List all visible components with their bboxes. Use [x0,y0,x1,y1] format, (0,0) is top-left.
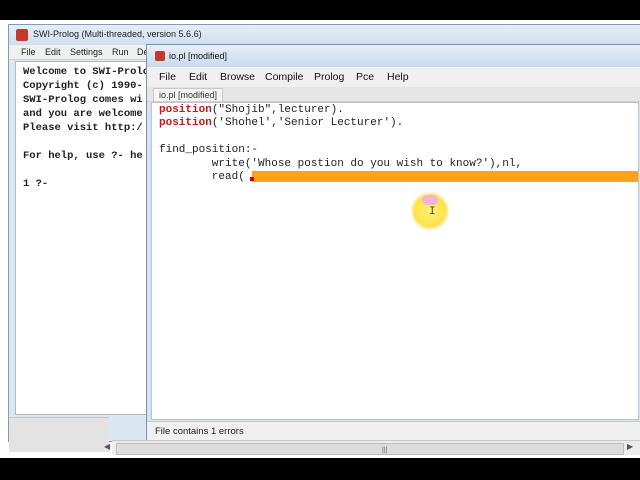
console-line: For help, use ?- he [23,150,143,162]
editor-menu-compile[interactable]: Compile [265,71,304,83]
tab-io-pl[interactable]: io.pl [modified] [153,88,224,101]
code-editor[interactable]: position("Shojib",lecturer). position('S… [151,102,639,420]
code-line-4: find_position:- [159,144,259,156]
console-menu-file[interactable]: File [21,47,36,57]
status-message: File contains 1 errors [155,426,244,437]
editor-titlebar[interactable]: io.pl [modified] [147,45,640,67]
code-line-6: read( [159,171,245,183]
editor-title: io.pl [modified] [169,51,228,61]
code-line-1: position("Shojib",lecturer). [159,104,344,116]
editor-window: io.pl [modified] File Edit Browse Compil… [146,44,640,450]
text-cursor-icon: I [429,206,436,218]
console-title: SWI-Prolog (Multi-threaded, version 5.6.… [33,29,202,39]
error-highlight [252,171,638,182]
scroll-left-icon[interactable]: ◀ [104,442,110,451]
editor-menu-edit[interactable]: Edit [189,71,207,83]
editor-menu-help[interactable]: Help [387,71,409,83]
editor-menu-pce[interactable]: Pce [356,71,374,83]
console-line: Copyright (c) 1990- [23,80,143,92]
code-line-2: position('Shohel','Senior Lecturer'). [159,117,403,129]
console-line: Please visit http:/ [23,122,143,134]
code-text: ("Shojib",lecturer). [211,104,344,116]
console-titlebar[interactable]: SWI-Prolog (Multi-threaded, version 5.6.… [9,25,640,45]
editor-menubar: File Edit Browse Compile Prolog Pce Help [147,67,640,87]
code-line-5: write('Whose postion do you wish to know… [159,158,523,170]
scroll-grip-icon: ||| [382,447,388,454]
swi-prolog-icon [16,29,28,41]
editor-tabbar: io.pl [modified] [147,87,640,102]
editor-app-icon [155,51,165,61]
console-line: SWI-Prolog comes wi [23,94,143,106]
console-bottom-bar [9,417,109,452]
console-prompt: 1 ?- [23,178,49,190]
console-menu-edit[interactable]: Edit [45,47,61,57]
scroll-right-icon[interactable]: ▶ [627,442,633,451]
code-text: ('Shohel','Senior Lecturer'). [211,117,404,129]
scrollbar-thumb[interactable]: ||| [116,443,624,455]
editor-menu-browse[interactable]: Browse [220,71,255,83]
console-menu-settings[interactable]: Settings [70,47,103,57]
pointer-mark [422,195,438,205]
editor-menu-file[interactable]: File [159,71,176,83]
code-keyword: position [159,104,212,116]
editor-menu-prolog[interactable]: Prolog [314,71,344,83]
error-marker-icon [250,177,254,181]
console-line: Welcome to SWI-Prolo [23,66,150,78]
console-output[interactable]: Welcome to SWI-Prolo Copyright (c) 1990-… [15,61,151,415]
code-keyword: position [159,117,212,129]
console-menu-run[interactable]: Run [112,47,129,57]
horizontal-scrollbar[interactable]: ◀ ||| ▶ [104,440,640,455]
console-line: and you are welcome [23,108,143,120]
editor-statusbar: File contains 1 errors [147,421,640,440]
desktop: SWI-Prolog (Multi-threaded, version 5.6.… [0,20,640,458]
